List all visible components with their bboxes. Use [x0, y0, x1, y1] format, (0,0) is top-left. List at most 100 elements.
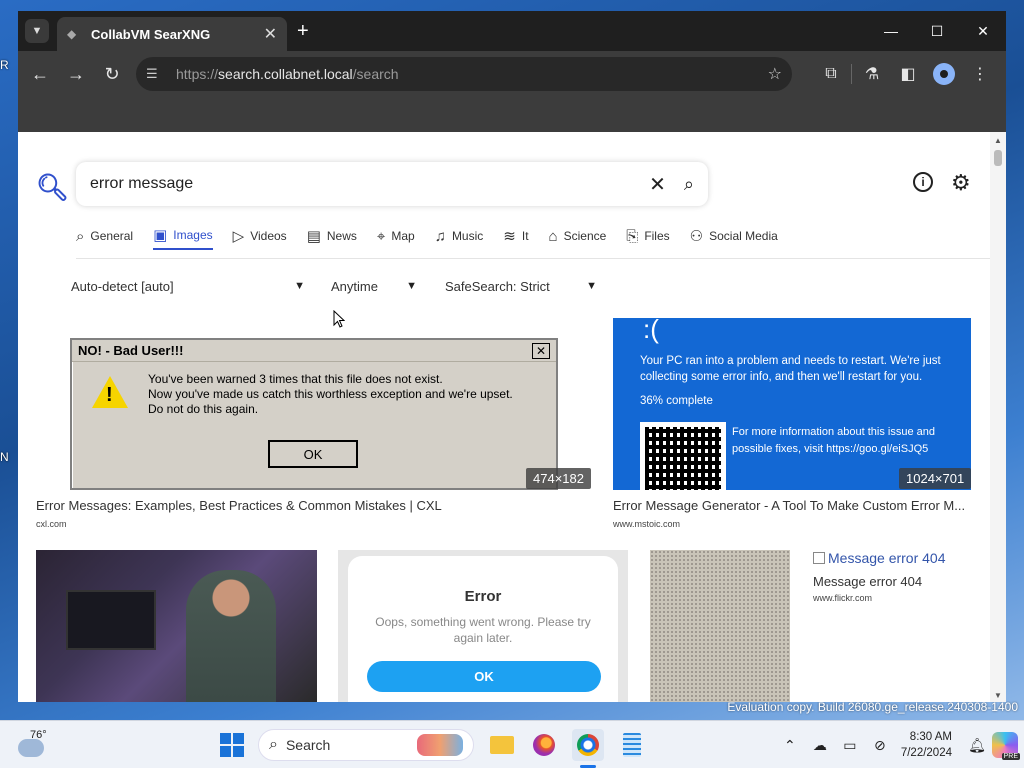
warning-mark: ! — [106, 384, 113, 406]
chrome-icon[interactable] — [572, 729, 604, 761]
tab-title: CollabVM SearXNG — [91, 26, 211, 42]
browser-window: ▼ ◆ CollabVM SearXNG ✕ + — ☐ ✕ ← → ↻ ☰ h… — [18, 11, 1006, 702]
time-range-select[interactable]: Anytime ▼ — [331, 270, 417, 302]
tab-search-button[interactable]: ▼ — [25, 19, 49, 43]
back-button[interactable]: ← — [22, 56, 58, 92]
flask-icon: ⚗ — [864, 66, 880, 83]
system-tray: ⌃ ☁ ▭ ⊘ 8:30 AM 7/22/2024 🔔︎ PRE — [775, 721, 1024, 768]
search-submit-icon[interactable]: ⌕ — [684, 174, 694, 195]
result-title-1[interactable]: Error Messages: Examples, Best Practices… — [36, 498, 596, 513]
browser-menu-button[interactable]: ⋮ — [962, 56, 998, 92]
error-card: Error Oops, something went wrong. Please… — [348, 556, 618, 702]
monitor-shape — [66, 590, 156, 650]
result-title-2[interactable]: Error Message Generator - A Tool To Make… — [613, 498, 971, 513]
extensions-button[interactable]: ⧉ — [813, 56, 849, 92]
search-input[interactable] — [90, 175, 650, 193]
tab-news[interactable]: ▤ News — [307, 222, 357, 250]
close-tab-icon[interactable]: ✕ — [264, 24, 277, 44]
bsod-message: Your PC ran into a problem and needs to … — [640, 355, 941, 383]
people-icon: ⚇ — [689, 228, 704, 245]
searxng-logo-icon[interactable]: 🔍︎ — [36, 172, 69, 203]
taskbar: 76° ⌕ Search ⌃ ☁ ▭ ⊘ 8:30 AM 7/22/2024 🔔… — [0, 720, 1024, 768]
result-thumbnail-5[interactable] — [650, 550, 790, 702]
close-window-button[interactable]: ✕ — [960, 11, 1006, 51]
image-dimensions-badge: 474×182 — [526, 468, 591, 489]
tab-videos[interactable]: ▷ Videos — [233, 222, 287, 250]
site-settings-icon[interactable]: ☰ — [146, 66, 166, 82]
tab-music[interactable]: ♫ Music — [435, 222, 484, 250]
caret-down-icon: ▼ — [294, 280, 305, 292]
weather-widget[interactable]: 76° — [18, 729, 47, 757]
page-scrollbar[interactable]: ▲ ▼ — [990, 132, 1006, 702]
search-filters: Auto-detect [auto] ▼ Anytime ▼ SafeSearch:… — [71, 270, 597, 302]
notepad-icon[interactable] — [616, 729, 648, 761]
scrollbar-thumb[interactable] — [994, 150, 1002, 166]
thumb-close-icon: ✕ — [532, 343, 550, 359]
tab-it[interactable]: ≋ It — [503, 222, 528, 250]
close-icon: ✕ — [977, 22, 989, 39]
result-domain-1: cxl.com — [36, 519, 67, 529]
result-thumbnail-2[interactable]: :( Your PC ran into a problem and needs … — [613, 318, 971, 490]
result-thumbnail-4[interactable]: Error Oops, something went wrong. Please… — [338, 550, 628, 702]
tab-social-media[interactable]: ⚇ Social Media — [690, 222, 778, 250]
bookmark-star-icon[interactable]: ☆ — [768, 64, 782, 84]
mouse-pointer-icon — [333, 310, 345, 328]
result-thumbnail-3[interactable] — [36, 550, 317, 702]
tab-map[interactable]: ⌖ Map — [377, 222, 415, 250]
cloud-offline-icon[interactable]: ☁ — [805, 737, 835, 754]
profile-button[interactable] — [926, 56, 962, 92]
copilot-icon[interactable]: PRE — [992, 732, 1020, 760]
tab-bar: ▼ ◆ CollabVM SearXNG ✕ + — ☐ ✕ — [18, 11, 1006, 51]
firefox-icon[interactable] — [528, 729, 560, 761]
toolbar-separator — [851, 64, 852, 84]
play-icon: ▷ — [232, 228, 245, 245]
network-icon[interactable]: ⊘ — [865, 737, 895, 754]
clear-search-icon[interactable]: ✕ — [649, 172, 666, 197]
window-controls: — ☐ ✕ — [868, 11, 1006, 51]
music-note-icon: ♫ — [434, 227, 446, 245]
desktop-icon-label-fragment: R — [0, 58, 9, 72]
desktop-icon-label-fragment: N — [0, 450, 9, 464]
reload-button[interactable]: ↻ — [94, 56, 130, 92]
result-thumbnail-1[interactable]: NO! - Bad User!!! ✕ ! You've been warned… — [70, 338, 558, 490]
scroll-down-icon[interactable]: ▼ — [994, 691, 1002, 700]
broken-image-link[interactable]: Message error 404 — [813, 550, 946, 566]
category-divider — [76, 258, 990, 259]
maximize-button[interactable]: ☐ — [914, 11, 960, 51]
new-tab-button[interactable]: + — [297, 20, 309, 43]
reload-icon: ↻ — [104, 63, 120, 84]
side-panel-icon: ◧ — [900, 66, 916, 83]
labs-button[interactable]: ⚗ — [854, 56, 890, 92]
tab-science[interactable]: ⌂ Science — [549, 222, 607, 250]
caret-down-icon: ▼ — [406, 280, 417, 292]
person-shape — [186, 570, 276, 702]
tab-images[interactable]: ▣ Images — [153, 222, 213, 250]
start-button[interactable] — [220, 733, 244, 757]
taskbar-search[interactable]: ⌕ Search — [258, 729, 474, 761]
forward-button[interactable]: → — [58, 56, 94, 92]
result-title-6[interactable]: Message error 404 — [813, 574, 973, 589]
bsod-more-info: For more information about this issue an… — [732, 426, 935, 455]
side-panel-button[interactable]: ◧ — [890, 56, 926, 92]
maximize-icon: ☐ — [930, 22, 944, 39]
browser-tab-active[interactable]: ◆ CollabVM SearXNG ✕ — [57, 17, 287, 51]
address-bar[interactable]: ☰ https://search.collabnet.local/search … — [136, 57, 792, 91]
language-select[interactable]: Auto-detect [auto] ▼ — [71, 270, 305, 302]
bell-icon[interactable]: 🔔︎ — [962, 737, 992, 754]
url-text[interactable]: https://search.collabnet.local/search — [176, 66, 768, 82]
bsod-progress: 36% complete — [640, 395, 713, 407]
minimize-button[interactable]: — — [868, 11, 914, 51]
chevron-up-icon[interactable]: ⌃ — [775, 737, 805, 754]
caret-down-icon: ▼ — [586, 280, 597, 292]
clock[interactable]: 8:30 AM 7/22/2024 — [901, 729, 952, 761]
file-explorer-icon[interactable] — [486, 729, 518, 761]
tab-files[interactable]: ⎘ Files — [626, 222, 669, 250]
scroll-up-icon[interactable]: ▲ — [994, 136, 1002, 145]
gear-icon[interactable]: ⚙ — [951, 170, 971, 196]
tab-general[interactable]: ⌕ General — [76, 222, 133, 250]
safesearch-select[interactable]: SafeSearch: Strict ▼ — [445, 270, 597, 302]
info-icon[interactable]: i — [913, 172, 933, 192]
files-icon: ⎘ — [626, 227, 639, 245]
searxng-favicon-icon: ◆ — [67, 27, 77, 41]
display-icon[interactable]: ▭ — [835, 737, 865, 754]
